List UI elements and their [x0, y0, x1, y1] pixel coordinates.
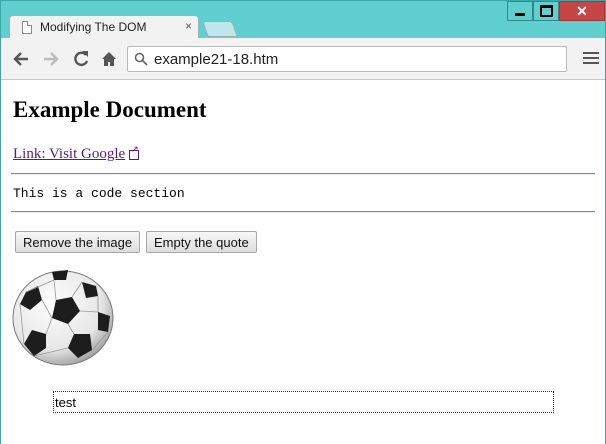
page-heading: Example Document [13, 97, 207, 122]
maximize-button[interactable] [533, 1, 559, 21]
menu-icon [583, 52, 599, 54]
soccer-ball-image [12, 270, 114, 366]
tab-close-icon[interactable]: × [185, 19, 192, 33]
back-icon [13, 52, 28, 66]
reload-button[interactable] [71, 49, 91, 69]
home-icon [102, 52, 116, 66]
close-button[interactable]: ✕ [559, 1, 605, 21]
tab-title: Modifying The DOM [40, 20, 147, 34]
page-icon [22, 21, 32, 34]
tab-active[interactable]: Modifying The DOM × [9, 15, 199, 39]
minimize-button[interactable] [507, 1, 533, 21]
address-bar[interactable]: example21-18.htm [127, 46, 567, 72]
page-content: Example Document Link: Visit Google This… [1, 80, 605, 444]
url-text: example21-18.htm [154, 51, 279, 68]
new-tab-button[interactable] [202, 21, 238, 37]
home-button[interactable] [99, 49, 119, 69]
browser-window: Modifying The DOM × ✕ example21-18.htm E… [0, 0, 606, 444]
browser-toolbar: example21-18.htm [1, 38, 605, 80]
title-bar: Modifying The DOM × ✕ [1, 1, 605, 39]
forward-icon [44, 52, 59, 66]
divider-top [11, 173, 595, 175]
external-link-icon [129, 145, 140, 160]
link-text: Link: Visit Google [13, 146, 126, 162]
menu-button[interactable] [583, 50, 599, 66]
maximize-icon [539, 5, 553, 17]
divider-bottom [11, 211, 595, 213]
quote-block: test [53, 391, 554, 413]
search-icon [134, 52, 148, 66]
back-button[interactable] [11, 49, 31, 69]
remove-image-button[interactable]: Remove the image [15, 231, 141, 253]
minimize-icon [515, 12, 525, 16]
forward-button[interactable] [41, 49, 61, 69]
window-controls: ✕ [507, 1, 605, 21]
close-icon: ✕ [576, 3, 588, 19]
code-section: This is a code section [13, 186, 185, 201]
empty-quote-button[interactable]: Empty the quote [146, 231, 257, 253]
google-link[interactable]: Link: Visit Google [13, 145, 140, 163]
reload-icon [74, 51, 89, 67]
